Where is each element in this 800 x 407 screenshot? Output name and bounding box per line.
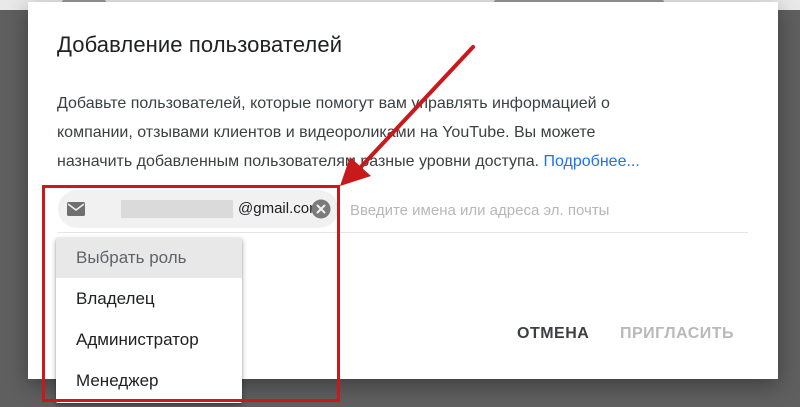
recipient-chip[interactable]: @gmail.com bbox=[58, 190, 338, 228]
role-menu-header[interactable]: Выбрать роль bbox=[56, 238, 242, 278]
dialog-description: Добавьте пользователей, которые помогут … bbox=[57, 89, 747, 176]
description-line-1: Добавьте пользователей, которые помогут … bbox=[57, 95, 610, 112]
cancel-button[interactable]: ОТМЕНА bbox=[517, 325, 589, 343]
dialog-title: Добавление пользователей bbox=[57, 32, 343, 57]
description-line-3-text: назначить добавленным пользователям разн… bbox=[57, 153, 544, 170]
role-option-manager[interactable]: Менеджер bbox=[56, 361, 242, 401]
recipient-search-input[interactable] bbox=[350, 197, 740, 223]
close-circle-icon[interactable] bbox=[311, 199, 331, 219]
role-dropdown-menu: Выбрать роль Владелец Администратор Мене… bbox=[56, 238, 242, 403]
description-line-3: назначить добавленным пользователям разн… bbox=[57, 147, 747, 176]
role-option-owner[interactable]: Владелец bbox=[56, 279, 242, 319]
learn-more-link[interactable]: Подробнее... bbox=[544, 153, 640, 170]
redacted-email-username bbox=[121, 200, 233, 218]
invite-button[interactable]: ПРИГЛАСИТЬ bbox=[620, 325, 734, 343]
mail-icon bbox=[67, 202, 85, 216]
role-option-admin[interactable]: Администратор bbox=[56, 320, 242, 360]
input-underline bbox=[58, 232, 748, 233]
add-users-dialog: Добавление пользователей Добавьте пользо… bbox=[28, 2, 778, 403]
description-line-2: компании, отзывами клиентов и видеоролик… bbox=[57, 124, 596, 141]
chip-email-domain: @gmail.com bbox=[238, 200, 322, 217]
